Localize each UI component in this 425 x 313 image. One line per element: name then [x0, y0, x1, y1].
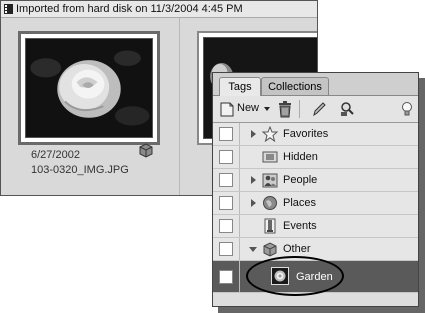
toolbar-divider — [299, 100, 300, 118]
photo-filename: 103-0320_IMG.JPG — [31, 164, 129, 176]
new-dropdown-caret-icon[interactable] — [264, 107, 270, 111]
column-divider — [239, 192, 240, 214]
people-icon — [262, 173, 278, 188]
expand-arrow-icon[interactable] — [251, 199, 256, 207]
find-tag-icon[interactable] — [339, 100, 355, 118]
photo-thumbnail[interactable] — [18, 31, 160, 145]
tab-tags[interactable]: Tags — [219, 77, 261, 96]
expand-arrow-icon[interactable] — [251, 176, 256, 184]
column-divider — [239, 261, 240, 292]
import-header-text: Imported from hard disk on 11/3/2004 4:4… — [16, 3, 243, 15]
divider — [179, 18, 180, 195]
photo-date: 6/27/2002 — [31, 149, 80, 161]
import-header: Imported from hard disk on 11/3/2004 4:4… — [1, 1, 317, 18]
tag-label: People — [283, 174, 318, 186]
tag-checkbox[interactable] — [219, 270, 233, 284]
tag-row-people[interactable]: People — [213, 169, 418, 192]
events-icon — [264, 218, 276, 234]
film-icon — [4, 4, 13, 14]
tag-row-favorites[interactable]: Favorites — [213, 123, 418, 146]
tag-row-hidden[interactable]: Hidden — [213, 146, 418, 169]
column-divider — [239, 123, 240, 145]
column-divider — [239, 238, 240, 260]
tag-label: Other — [283, 243, 311, 255]
tab-collections[interactable]: Collections — [261, 77, 329, 95]
star-icon — [262, 126, 278, 142]
globe-icon — [263, 196, 277, 210]
hidden-icon — [262, 151, 278, 163]
tag-label: Garden — [296, 271, 333, 283]
tag-label: Hidden — [283, 151, 318, 163]
tag-checkbox[interactable] — [219, 150, 233, 164]
tag-checkbox[interactable] — [219, 173, 233, 187]
tag-checkbox[interactable] — [219, 127, 233, 141]
tag-checkbox[interactable] — [219, 242, 233, 256]
pencil-icon[interactable] — [311, 100, 327, 118]
rose-photo — [26, 39, 152, 137]
palette-tabs: Tags Collections — [213, 73, 418, 96]
tag-row-events[interactable]: Events — [213, 215, 418, 238]
new-tag-icon[interactable] — [220, 101, 234, 117]
tag-list: Favorites Hidden People Places Events Ot… — [213, 123, 418, 306]
other-icon — [263, 242, 277, 257]
tag-label: Favorites — [283, 128, 329, 140]
trash-icon[interactable] — [277, 100, 293, 118]
tag-label: Events — [283, 220, 317, 232]
rose-image — [25, 38, 153, 138]
tag-row-other[interactable]: Other — [213, 238, 418, 261]
new-button[interactable]: New — [237, 102, 259, 114]
lightbulb-icon[interactable] — [399, 100, 415, 118]
tag-row-garden[interactable]: Garden — [213, 261, 418, 293]
tag-row-places[interactable]: Places — [213, 192, 418, 215]
collapse-arrow-icon[interactable] — [249, 247, 257, 252]
column-divider — [239, 215, 240, 237]
garden-thumbnail-icon — [271, 267, 289, 285]
column-divider — [239, 169, 240, 191]
tag-checkbox[interactable] — [219, 196, 233, 210]
expand-arrow-icon[interactable] — [251, 130, 256, 138]
tag-checkbox[interactable] — [219, 219, 233, 233]
tag-label: Places — [283, 197, 317, 209]
tag-badge-icon[interactable] — [138, 142, 154, 158]
tags-palette: Tags Collections New Favorites Hidden Pe… — [212, 72, 419, 307]
column-divider — [239, 146, 240, 168]
tags-toolbar: New — [213, 96, 418, 123]
